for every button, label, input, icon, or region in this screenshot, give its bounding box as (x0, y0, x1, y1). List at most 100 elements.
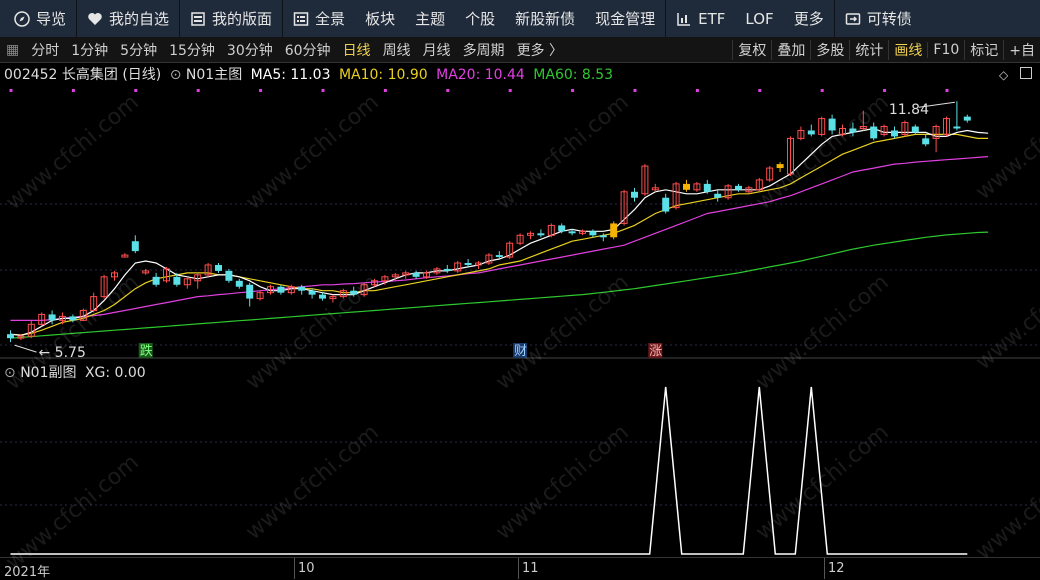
ma10-value: MA10: 10.90 (338, 67, 428, 83)
ma60-value: MA60: 8.53 (533, 67, 614, 83)
period-tab-8[interactable]: 月线 (417, 40, 457, 60)
period-tab-4[interactable]: 30分钟 (221, 40, 279, 60)
window-icon[interactable] (1020, 67, 1032, 79)
candle-body (319, 294, 326, 299)
candle-body (776, 164, 784, 169)
high-label: 11.84 (889, 102, 929, 118)
heart-icon (87, 11, 103, 27)
period-tab-7[interactable]: 周线 (377, 40, 417, 60)
compass-icon (14, 10, 30, 27)
top-nav: 导览 我的自选 我的版面 全景 板块 主题 个股 新股新债 现金管理 ETF LOF 更多 可转债 (0, 0, 1040, 37)
marker-dot (446, 89, 450, 92)
marker-dot (71, 89, 75, 92)
marker-dot (259, 89, 263, 92)
tool-button-4[interactable]: 画线 (888, 39, 927, 60)
nav-item-label: LOF (745, 9, 774, 28)
nav-item-12[interactable]: 可转债 (835, 0, 922, 37)
x-axis-label: 10 (298, 561, 315, 576)
tool-button-3[interactable]: 统计 (849, 39, 888, 60)
marker-dot (508, 89, 512, 92)
nav-item-3[interactable]: 全景 (283, 0, 355, 37)
kline-chart: 11.84← 5.75 跌财涨 (0, 89, 1040, 555)
period-tab-10[interactable]: 更多 〉 (511, 40, 569, 60)
nav-item-label: 我的自选 (109, 10, 170, 28)
candle-body (807, 130, 815, 135)
period-tab-5[interactable]: 60分钟 (279, 40, 337, 60)
candle-body (568, 231, 576, 234)
candle-body (891, 130, 898, 137)
diamond-icon[interactable]: ◇ (999, 68, 1008, 82)
candle-body (464, 262, 472, 265)
marker-dot (571, 89, 575, 92)
marker-dot (758, 89, 762, 92)
nav-item-label: ETF (698, 9, 726, 28)
period-tab-9[interactable]: 多周期 (457, 40, 511, 60)
marker-dot (196, 89, 200, 92)
candle-body (599, 235, 607, 238)
nav-item-label: 更多 (793, 10, 824, 28)
ma20-line (10, 156, 989, 321)
chart-icon (676, 11, 692, 27)
tool-button-1[interactable]: 叠加 (771, 39, 810, 60)
nav-item-label: 新股新债 (515, 10, 576, 28)
candle-body (308, 290, 316, 295)
x-axis: 2021年 10 11 12 (0, 557, 1040, 580)
nav-item-2[interactable]: 我的版面 (180, 0, 282, 37)
candle-body (246, 284, 254, 299)
nav-item-label: 导览 (36, 10, 67, 28)
marker-dot (321, 89, 325, 92)
bond-icon (845, 11, 861, 27)
tool-button-5[interactable]: F10 (927, 41, 964, 58)
candle-body (131, 241, 139, 252)
nav-item-4[interactable]: 板块 (355, 0, 405, 37)
event-marker-zhang: 涨 (649, 344, 662, 359)
period-tab-0[interactable]: 分时 (25, 40, 65, 60)
nav-item-label: 个股 (465, 10, 496, 28)
nav-item-6[interactable]: 个股 (455, 0, 505, 37)
period-toolbar: ▦ 分时 1分钟 5分钟 15分钟 30分钟 60分钟 日线 周线 月线 多周期 更多 〉 复权 叠加多… (0, 37, 1040, 63)
candle-body (235, 280, 243, 287)
tool-button-0[interactable]: 复权 (732, 39, 771, 60)
candle-body (537, 233, 545, 236)
nav-item-0[interactable]: 导览 (0, 0, 76, 37)
period-tab-1[interactable]: 1分钟 (65, 40, 114, 60)
marker-dot (695, 89, 699, 92)
candle-body (870, 126, 878, 139)
period-tab-3[interactable]: 15分钟 (163, 40, 221, 60)
layout-icon (190, 11, 206, 27)
candle-body (683, 183, 690, 190)
candle-body (225, 270, 233, 281)
indicator-toggle-icon[interactable]: ⊙ (170, 67, 182, 83)
toolbar-grid-icon[interactable]: ▦ (0, 42, 25, 58)
nav-item-8[interactable]: 现金管理 (585, 0, 665, 37)
marker-dot (9, 89, 13, 92)
candle-body (443, 268, 451, 271)
nav-item-10[interactable]: LOF (735, 0, 783, 37)
candle-body (495, 255, 503, 258)
nav-item-7[interactable]: 新股新债 (505, 0, 585, 37)
candle-body (48, 314, 56, 321)
xg-value: XG: 0.00 (84, 365, 146, 381)
candle-body (298, 286, 306, 291)
candle-body (610, 223, 618, 238)
indicator-name[interactable]: N01主图 (186, 67, 242, 83)
period-tab-6[interactable]: 日线 (337, 40, 377, 60)
x-axis-label: 11 (522, 561, 539, 576)
nav-item-label: 全景 (315, 10, 346, 28)
marker-dot (383, 89, 387, 92)
tool-button-6[interactable]: 标记 (964, 39, 1003, 60)
candle-body (911, 126, 919, 133)
nav-item-label: 我的版面 (212, 10, 273, 28)
main-legend: 002452 长高集团 (日线) ⊙ N01主图 MA5: 11.03 MA10… (4, 64, 613, 84)
nav-item-9[interactable]: ETF (666, 0, 735, 37)
tool-button-7[interactable]: +自 (1003, 39, 1040, 60)
period-tab-2[interactable]: 5分钟 (114, 40, 163, 60)
nav-item-5[interactable]: 主题 (405, 0, 455, 37)
candle-body (152, 276, 160, 285)
nav-item-1[interactable]: 我的自选 (77, 0, 179, 37)
tool-button-2[interactable]: 多股 (810, 39, 849, 60)
marker-dot (134, 89, 138, 92)
nav-item-11[interactable]: 更多 (784, 0, 834, 37)
candle-body (922, 138, 930, 145)
x-tick (518, 558, 519, 579)
